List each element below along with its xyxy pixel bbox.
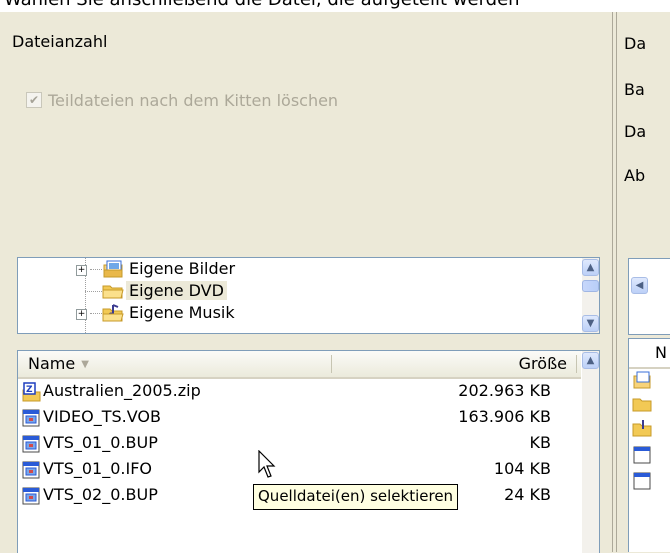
- right-panel: Da Ba Da Ab ◀ N: [622, 12, 670, 552]
- scroll-thumb[interactable]: [582, 280, 599, 292]
- delete-parts-checkbox-label: Teildateien nach dem Kitten löschen: [48, 90, 339, 110]
- delete-parts-checkbox[interactable]: ✔: [26, 92, 42, 108]
- pictures-folder-icon: [633, 371, 651, 389]
- file-list-scrollbar[interactable]: ▲: [582, 351, 599, 553]
- file-size: 163.906 KB: [458, 407, 551, 426]
- column-divider[interactable]: [331, 355, 332, 373]
- column-divider[interactable]: [576, 355, 577, 373]
- file-name: VIDEO_TS.VOB: [43, 407, 161, 426]
- right-label: Ab: [624, 166, 646, 185]
- file-size: 104 KB: [493, 459, 551, 478]
- expand-icon[interactable]: +: [76, 265, 87, 276]
- right-column-header: N: [655, 343, 667, 362]
- splitter[interactable]: [610, 12, 622, 552]
- svg-text:Z: Z: [26, 385, 33, 395]
- right-label: Da: [624, 34, 647, 53]
- file-name: VTS_01_0.IFO: [43, 459, 153, 478]
- scroll-down-button[interactable]: ▼: [582, 315, 599, 332]
- scroll-up-button[interactable]: ▲: [582, 352, 599, 369]
- file-size: KB: [529, 433, 551, 452]
- delete-parts-checkbox-row[interactable]: ✔ Teildateien nach dem Kitten löschen: [26, 90, 338, 110]
- file-size: 24 KB: [504, 485, 551, 504]
- file-name: Australien_2005.zip: [43, 381, 201, 400]
- expand-icon[interactable]: +: [76, 309, 87, 320]
- video-file-icon: [633, 472, 651, 490]
- folder-icon: [632, 398, 652, 412]
- tree-scrollbar[interactable]: ▲ ▼: [582, 258, 599, 333]
- right-file-list[interactable]: N: [628, 338, 670, 552]
- file-row[interactable]: VIDEO_TS.VOB 163.906 KB: [18, 405, 581, 431]
- video-file-icon: [22, 487, 40, 505]
- tooltip: Quelldatei(en) selektieren: [253, 484, 459, 510]
- column-header-size[interactable]: Größe: [519, 354, 567, 373]
- video-file-icon: [22, 435, 40, 453]
- instruction-caption: Wählen Sie anschließend die Datei, die a…: [0, 0, 670, 12]
- right-label: Da: [624, 122, 647, 141]
- video-file-icon: [633, 446, 651, 464]
- mouse-pointer-icon: [258, 450, 276, 478]
- file-row[interactable]: Z Australien_2005.zip 202.963 KB: [18, 379, 581, 405]
- folder-icon: [102, 285, 124, 299]
- music-folder-icon: [102, 304, 124, 322]
- column-name-label: Name: [28, 354, 76, 373]
- file-name: VTS_01_0.BUP: [43, 433, 158, 452]
- scroll-left-button[interactable]: ◀: [631, 277, 648, 294]
- file-size: 202.963 KB: [458, 381, 551, 400]
- tree-item-eigene-musik[interactable]: Eigene Musik: [126, 303, 238, 322]
- music-folder-icon: [632, 420, 652, 437]
- column-header-name[interactable]: Name ▼: [28, 354, 89, 373]
- folder-tree[interactable]: + Eigene Bilder Eigene DVD + Eigene Musi…: [17, 257, 600, 334]
- sort-arrow-icon: ▼: [81, 359, 89, 370]
- list-header: Name ▼ Größe: [18, 351, 581, 379]
- tree-item-eigene-bilder[interactable]: Eigene Bilder: [126, 259, 238, 278]
- file-count-label: Dateianzahl: [12, 32, 108, 51]
- tree-item-eigene-dvd[interactable]: Eigene DVD: [126, 281, 227, 300]
- scroll-up-button[interactable]: ▲: [582, 259, 599, 276]
- right-label: Ba: [624, 80, 645, 99]
- file-list[interactable]: Name ▼ Größe Z Australien_2005.zip 202.96…: [17, 350, 600, 553]
- file-row[interactable]: VTS_01_0.IFO 104 KB: [18, 457, 581, 483]
- pictures-folder-icon: [103, 260, 123, 278]
- right-folder-tree[interactable]: ◀: [628, 258, 670, 335]
- video-file-icon: [22, 409, 40, 427]
- zip-file-icon: Z: [22, 382, 41, 402]
- video-file-icon: [22, 461, 40, 479]
- file-name: VTS_02_0.BUP: [43, 485, 158, 504]
- file-row[interactable]: VTS_01_0.BUP KB: [18, 431, 581, 457]
